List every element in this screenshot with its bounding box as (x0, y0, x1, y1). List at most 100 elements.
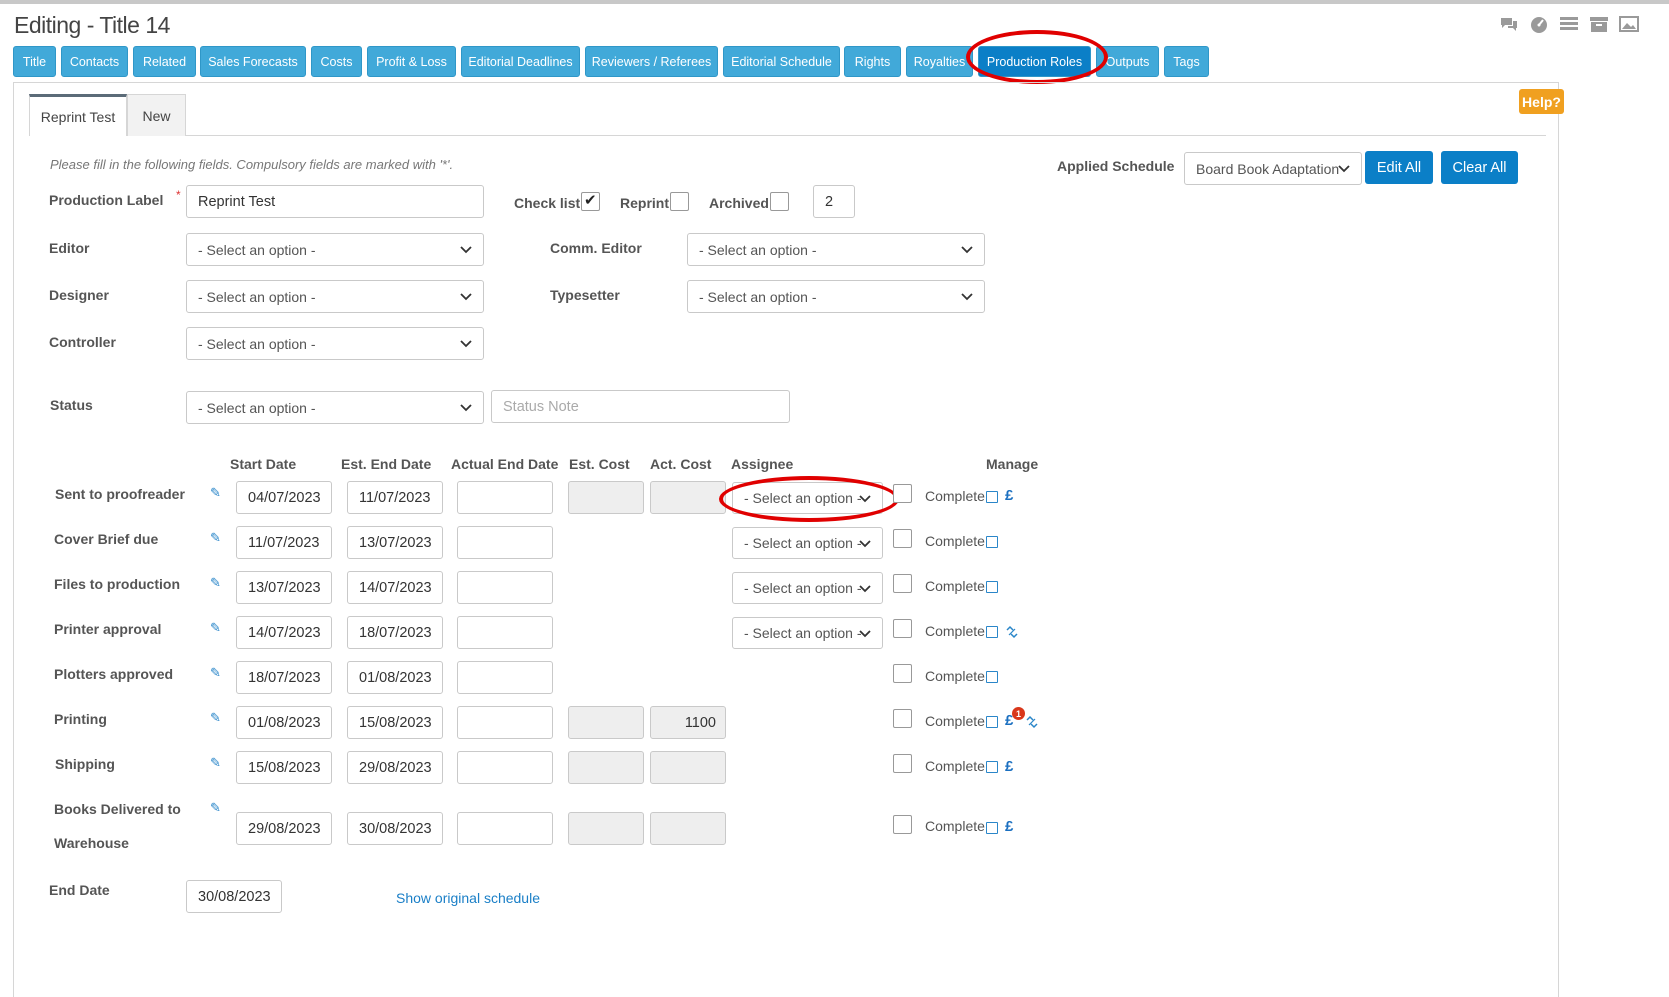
act-cost-input[interactable] (650, 812, 726, 845)
tab-contacts[interactable]: Contacts (61, 46, 128, 77)
note-icon[interactable] (986, 536, 998, 548)
check-list-checkbox[interactable] (581, 191, 600, 211)
est-cost-input[interactable] (568, 481, 644, 514)
comments-icon[interactable] (1499, 14, 1519, 34)
est-end-date-input[interactable]: 15/08/2023 (347, 706, 443, 739)
complete-checkbox[interactable] (893, 664, 912, 683)
image-icon[interactable] (1619, 14, 1639, 34)
archive-icon[interactable] (1589, 14, 1609, 34)
act-cost-input[interactable] (650, 751, 726, 784)
tab-production-roles[interactable]: Production Roles (978, 46, 1091, 77)
act-cost-input[interactable]: 1100 (650, 706, 726, 739)
comm-editor-select[interactable]: - Select an option - (687, 233, 985, 266)
actual-end-date-input[interactable] (457, 661, 553, 694)
actual-end-date-input[interactable] (457, 616, 553, 649)
note-icon[interactable] (986, 626, 998, 638)
tab-editorial-deadlines[interactable]: Editorial Deadlines (461, 46, 580, 77)
complete-checkbox[interactable] (893, 529, 912, 548)
note-icon[interactable] (986, 671, 998, 683)
status-select[interactable]: - Select an option - (186, 391, 484, 424)
start-date-input[interactable]: 15/08/2023 (236, 751, 332, 784)
edit-icon[interactable]: ✎ (210, 666, 223, 679)
end-date-input[interactable]: 30/08/2023 (186, 880, 282, 913)
complete-checkbox[interactable] (893, 619, 912, 638)
est-cost-input[interactable] (568, 706, 644, 739)
start-date-input[interactable]: 04/07/2023 (236, 481, 332, 514)
controller-select[interactable]: - Select an option - (186, 327, 484, 360)
pound-icon[interactable]: £ (1005, 758, 1013, 775)
tab-sales-forecasts[interactable]: Sales Forecasts (200, 46, 306, 77)
complete-checkbox[interactable] (893, 484, 912, 503)
subtab-new[interactable]: New (127, 94, 186, 136)
start-date-input[interactable]: 01/08/2023 (236, 706, 332, 739)
assignee-select[interactable]: - Select an option - (732, 572, 883, 604)
est-end-date-input[interactable]: 30/08/2023 (347, 812, 443, 845)
complete-checkbox[interactable] (893, 574, 912, 593)
list-icon[interactable] (1559, 14, 1579, 34)
complete-checkbox[interactable] (893, 815, 912, 834)
archived-checkbox[interactable] (770, 192, 789, 211)
est-end-date-input[interactable]: 13/07/2023 (347, 526, 443, 559)
actual-end-date-input[interactable] (457, 526, 553, 559)
number-input[interactable]: 2 (813, 185, 855, 218)
applied-schedule-select[interactable]: Board Book Adaptation (1184, 152, 1362, 185)
tab-costs[interactable]: Costs (311, 46, 362, 77)
est-end-date-input[interactable]: 29/08/2023 (347, 751, 443, 784)
est-cost-input[interactable] (568, 751, 644, 784)
actual-end-date-input[interactable] (457, 481, 553, 514)
est-end-date-input[interactable]: 11/07/2023 (347, 481, 443, 514)
clear-all-button[interactable]: Clear All (1441, 151, 1518, 184)
editor-select[interactable]: - Select an option - (186, 233, 484, 266)
tab-title[interactable]: Title (13, 46, 56, 77)
actual-end-date-input[interactable] (457, 706, 553, 739)
actual-end-date-input[interactable] (457, 571, 553, 604)
pound-icon[interactable]: £ (1005, 487, 1013, 504)
start-date-input[interactable]: 18/07/2023 (236, 661, 332, 694)
edit-icon[interactable]: ✎ (210, 486, 223, 499)
edit-icon[interactable]: ✎ (210, 711, 223, 724)
unlink-icon[interactable] (1025, 715, 1039, 729)
est-end-date-input[interactable]: 14/07/2023 (347, 571, 443, 604)
est-end-date-input[interactable]: 18/07/2023 (347, 616, 443, 649)
start-date-input[interactable]: 14/07/2023 (236, 616, 332, 649)
start-date-input[interactable]: 29/08/2023 (236, 812, 332, 845)
tab-profit-loss[interactable]: Profit & Loss (367, 46, 456, 77)
edit-icon[interactable]: ✎ (210, 576, 223, 589)
tab-outputs[interactable]: Outputs (1096, 46, 1159, 77)
est-cost-input[interactable] (568, 812, 644, 845)
note-icon[interactable] (986, 491, 998, 503)
tab-reviewers-referees[interactable]: Reviewers / Referees (585, 46, 718, 77)
assignee-select[interactable]: - Select an option - (732, 482, 883, 514)
subtab-reprint-test[interactable]: Reprint Test (29, 94, 127, 136)
note-icon[interactable] (986, 761, 998, 773)
note-icon[interactable] (986, 716, 998, 728)
typesetter-select[interactable]: - Select an option - (687, 280, 985, 313)
edit-icon[interactable]: ✎ (210, 621, 223, 634)
tab-royalties[interactable]: Royalties (906, 46, 973, 77)
edit-all-button[interactable]: Edit All (1365, 151, 1433, 184)
production-label-input[interactable]: Reprint Test (186, 185, 484, 218)
tab-tags[interactable]: Tags (1164, 46, 1209, 77)
note-icon[interactable] (986, 822, 998, 834)
tab-related[interactable]: Related (133, 46, 196, 77)
edit-icon[interactable]: ✎ (210, 756, 223, 769)
edit-icon[interactable]: ✎ (210, 801, 223, 814)
dashboard-icon[interactable] (1529, 14, 1549, 34)
est-end-date-input[interactable]: 01/08/2023 (347, 661, 443, 694)
reprint-checkbox[interactable] (670, 192, 689, 211)
act-cost-input[interactable] (650, 481, 726, 514)
actual-end-date-input[interactable] (457, 751, 553, 784)
tab-rights[interactable]: Rights (844, 46, 901, 77)
edit-icon[interactable]: ✎ (210, 531, 223, 544)
complete-checkbox[interactable] (893, 754, 912, 773)
pound-icon[interactable]: £ (1005, 818, 1013, 835)
status-note-input[interactable]: Status Note (491, 390, 790, 423)
tab-editorial-schedule[interactable]: Editorial Schedule (723, 46, 840, 77)
start-date-input[interactable]: 11/07/2023 (236, 526, 332, 559)
designer-select[interactable]: - Select an option - (186, 280, 484, 313)
start-date-input[interactable]: 13/07/2023 (236, 571, 332, 604)
actual-end-date-input[interactable] (457, 812, 553, 845)
complete-checkbox[interactable] (893, 709, 912, 728)
help-button[interactable]: Help? (1519, 89, 1564, 114)
show-original-schedule-link[interactable]: Show original schedule (396, 890, 540, 906)
